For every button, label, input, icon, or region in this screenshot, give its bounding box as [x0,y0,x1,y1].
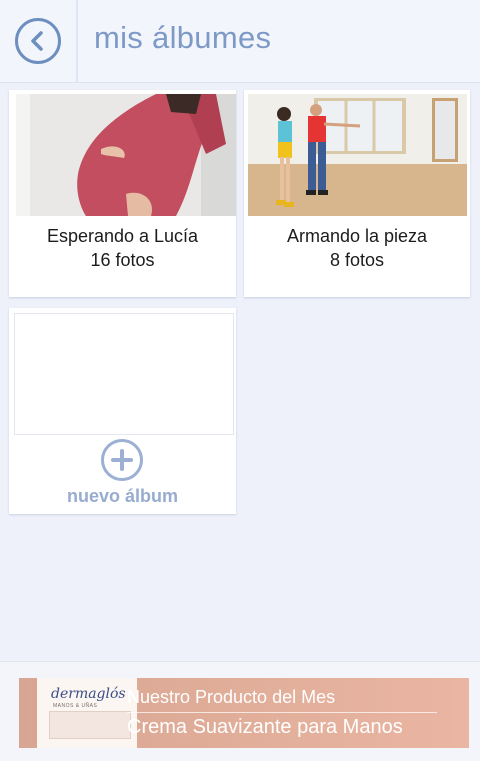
ad-headline: Nuestro Producto del Mes [127,687,336,707]
chevron-left-icon [31,31,43,51]
product-tube [49,711,131,739]
plus-icon [101,439,143,481]
new-album-card[interactable]: nuevo álbum [9,308,236,514]
ad-bar: dermaglós MANOS & UÑAS Nuestro Producto … [0,661,480,761]
new-album-placeholder [14,313,234,435]
album-name: Armando la pieza [286,226,428,246]
album-photo-count: 16 fotos [90,250,155,270]
back-button-area [0,0,78,82]
album-cover-image [248,94,467,216]
album-card[interactable]: Esperando a Lucía 16 fotos [9,90,236,297]
ad-divider [127,712,437,713]
album-card[interactable]: Armando la pieza 8 fotos [244,90,470,297]
page-title: mis álbumes [94,20,272,55]
ad-brand-logo: dermaglós [51,686,126,702]
album-name: Esperando a Lucía [46,226,199,246]
app-header: mis álbumes [0,0,480,83]
ad-banner[interactable]: dermaglós MANOS & UÑAS Nuestro Producto … [19,678,469,748]
product-image: dermaglós MANOS & UÑAS [37,678,137,748]
ad-brand-sub: MANOS & UÑAS [53,703,98,709]
album-cover-image [16,94,236,216]
new-album-label: nuevo álbum [66,486,178,506]
back-button[interactable] [15,18,61,64]
ad-product-name: Crema Suavizante para Manos [127,716,403,738]
album-photo-count: 8 fotos [329,250,385,270]
